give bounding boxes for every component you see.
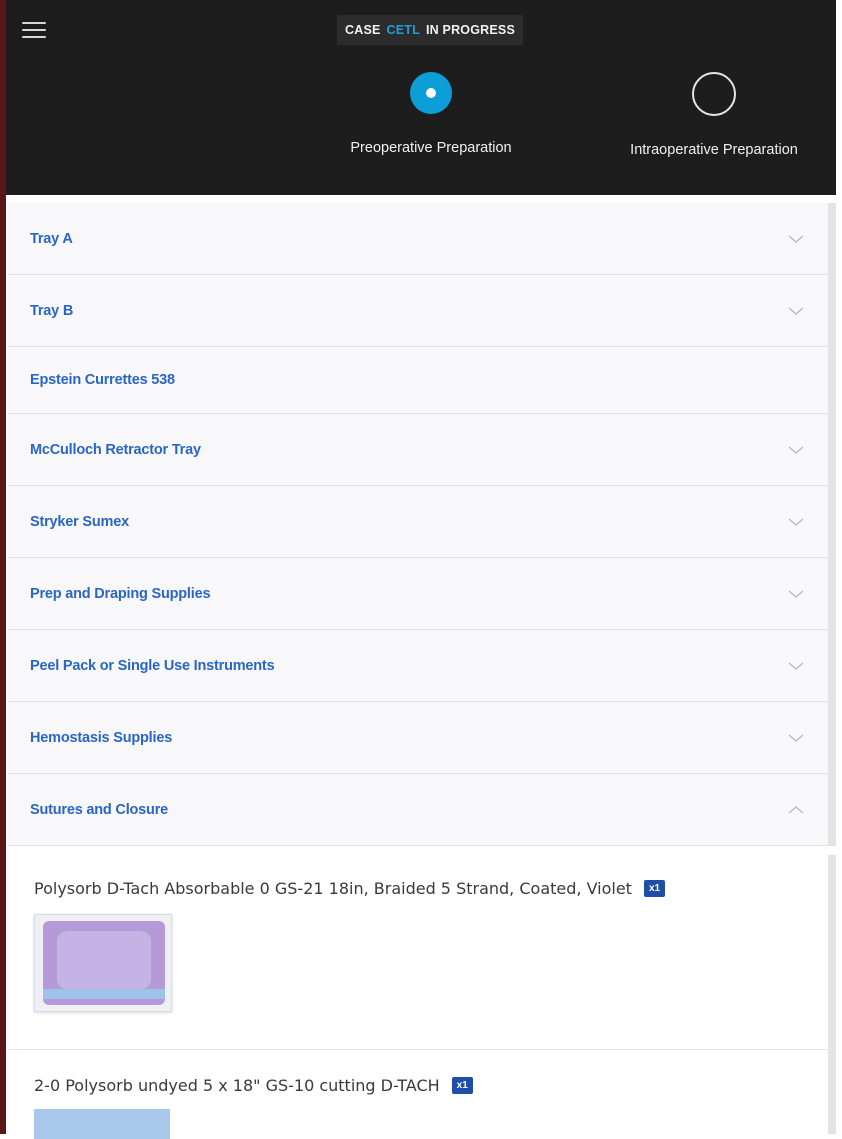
chevron-down-icon bbox=[788, 734, 804, 742]
chevron-down-icon bbox=[788, 446, 804, 454]
chevron-down-icon bbox=[788, 307, 804, 315]
accordion-item-tray-a[interactable]: Tray A bbox=[8, 203, 828, 275]
top-bar: CASE CETL IN PROGRESS Preoperative Prepa… bbox=[6, 0, 836, 195]
accordion-item-hemostasis[interactable]: Hemostasis Supplies bbox=[8, 702, 828, 774]
case-id: CETL bbox=[386, 23, 420, 37]
accordion-list: Tray A Tray B Epstein Currettes 538 McCu… bbox=[8, 203, 836, 846]
step-label: Intraoperative Preparation bbox=[630, 142, 798, 158]
product-image[interactable] bbox=[34, 914, 172, 1012]
product-name: 2-0 Polysorb undyed 5 x 18" GS-10 cuttin… bbox=[34, 1076, 440, 1095]
accordion-title: Tray B bbox=[30, 302, 74, 319]
product-item: 2-0 Polysorb undyed 5 x 18" GS-10 cuttin… bbox=[8, 1050, 828, 1139]
accordion-item-epstein-currettes[interactable]: Epstein Currettes 538 bbox=[8, 347, 828, 414]
case-word: CASE bbox=[345, 23, 381, 37]
case-status-pill: CASE CETL IN PROGRESS bbox=[337, 15, 523, 45]
step-active-circle-icon bbox=[410, 72, 452, 114]
chevron-down-icon bbox=[788, 590, 804, 598]
sutures-closure-panel: Polysorb D-Tach Absorbable 0 GS-21 18in,… bbox=[8, 855, 836, 1139]
product-image[interactable] bbox=[34, 1109, 170, 1139]
accordion-title: Peel Pack or Single Use Instruments bbox=[30, 657, 275, 674]
case-status: IN PROGRESS bbox=[425, 23, 515, 37]
step-label: Preoperative Preparation bbox=[350, 140, 512, 156]
step-inactive-circle-icon bbox=[692, 72, 736, 116]
accordion-title: Sutures and Closure bbox=[30, 801, 169, 818]
accordion-title: Hemostasis Supplies bbox=[30, 729, 173, 746]
accordion-title: Epstein Currettes 538 bbox=[30, 372, 175, 388]
accordion-title: McCulloch Retractor Tray bbox=[30, 441, 201, 458]
step-preoperative[interactable]: Preoperative Preparation bbox=[336, 72, 526, 156]
chevron-down-icon bbox=[788, 235, 804, 243]
product-item: Polysorb D-Tach Absorbable 0 GS-21 18in,… bbox=[8, 855, 828, 1012]
accordion-item-mcculloch-retractor[interactable]: McCulloch Retractor Tray bbox=[8, 414, 828, 486]
chevron-down-icon bbox=[788, 662, 804, 670]
accordion-item-sutures-closure[interactable]: Sutures and Closure bbox=[8, 774, 828, 846]
accordion-item-tray-b[interactable]: Tray B bbox=[8, 275, 828, 347]
step-intraoperative[interactable]: Intraoperative Preparation bbox=[609, 72, 819, 158]
accordion-item-stryker-sumex[interactable]: Stryker Sumex bbox=[8, 486, 828, 558]
accordion-item-prep-draping[interactable]: Prep and Draping Supplies bbox=[8, 558, 828, 630]
chevron-up-icon bbox=[788, 805, 804, 813]
hamburger-menu-icon[interactable] bbox=[22, 22, 46, 40]
accordion-title: Stryker Sumex bbox=[30, 513, 129, 530]
accordion-item-peel-pack[interactable]: Peel Pack or Single Use Instruments bbox=[8, 630, 828, 702]
quantity-badge: x1 bbox=[451, 1077, 473, 1094]
accordion-title: Tray A bbox=[30, 230, 73, 247]
chevron-down-icon bbox=[788, 518, 804, 526]
quantity-badge: x1 bbox=[643, 880, 666, 897]
product-name: Polysorb D-Tach Absorbable 0 GS-21 18in,… bbox=[34, 879, 632, 898]
accordion-title: Prep and Draping Supplies bbox=[30, 585, 211, 602]
